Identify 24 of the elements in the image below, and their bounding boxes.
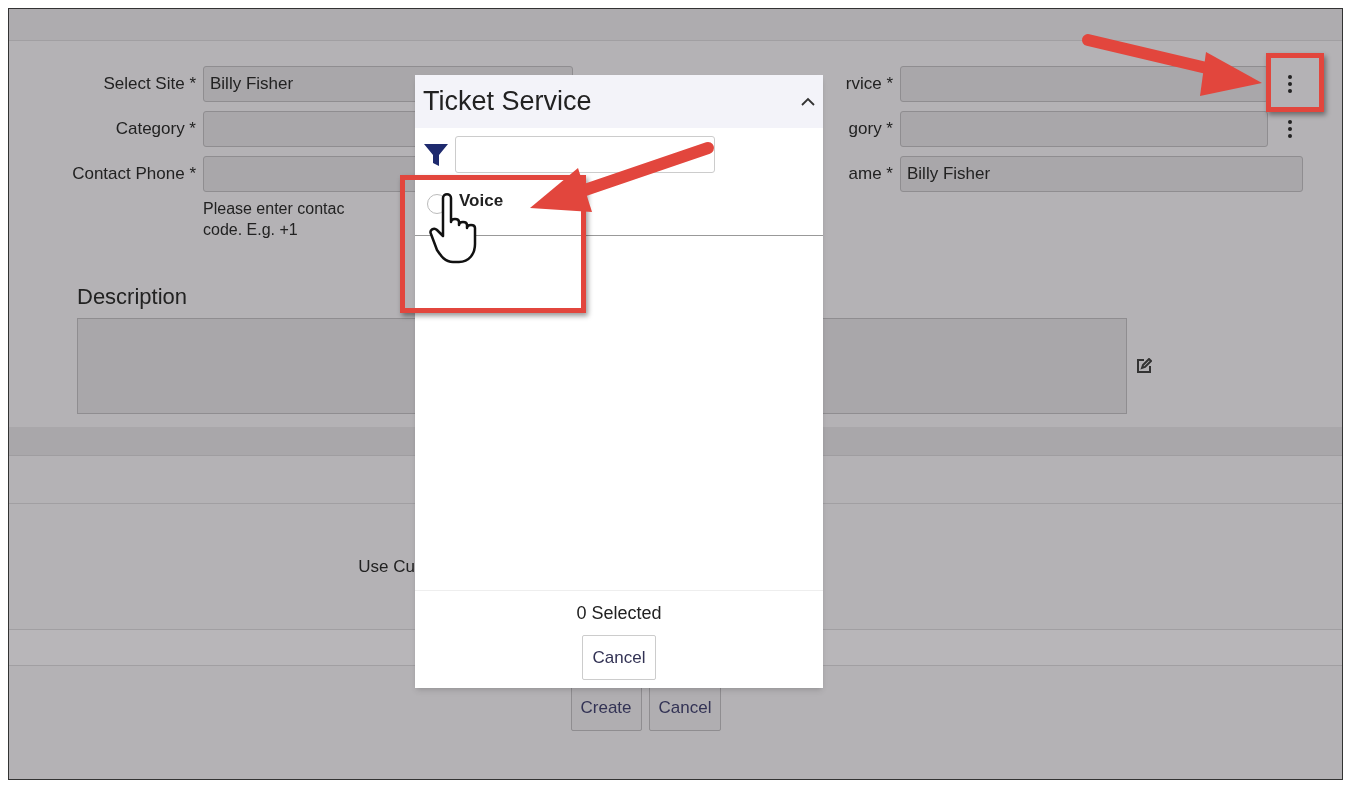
selection-count: 0 Selected [576, 602, 662, 625]
form-button[interactable]: Cancel [648, 685, 722, 731]
highlight-frame [1266, 53, 1324, 112]
hint-text: code. E.g. +1 [203, 220, 298, 240]
filter-icon[interactable] [423, 141, 449, 168]
more-options-icon[interactable] [1287, 74, 1293, 94]
hint-text: Please enter contac [203, 199, 345, 219]
form-button[interactable]: Create [570, 685, 642, 731]
section-heading: Description [77, 284, 189, 310]
field-label: Select Site * [102, 73, 196, 96]
field-label: ame * [847, 163, 893, 186]
field-label: rvice * [844, 73, 893, 96]
edit-icon[interactable] [1136, 358, 1152, 374]
field-label: Contact Phone * [71, 163, 196, 186]
filter-field[interactable] [455, 136, 715, 173]
field-label: Category * [114, 118, 196, 141]
text-field[interactable] [900, 111, 1268, 147]
collapse-icon[interactable] [801, 97, 815, 106]
field-label: gory * [847, 118, 893, 141]
text-field[interactable] [900, 66, 1268, 102]
option-label: Use Cu [357, 555, 415, 578]
text-field[interactable]: Billy Fisher [900, 156, 1303, 192]
cancel-button[interactable]: Cancel [581, 635, 657, 680]
more-options-icon[interactable] [1287, 119, 1293, 139]
